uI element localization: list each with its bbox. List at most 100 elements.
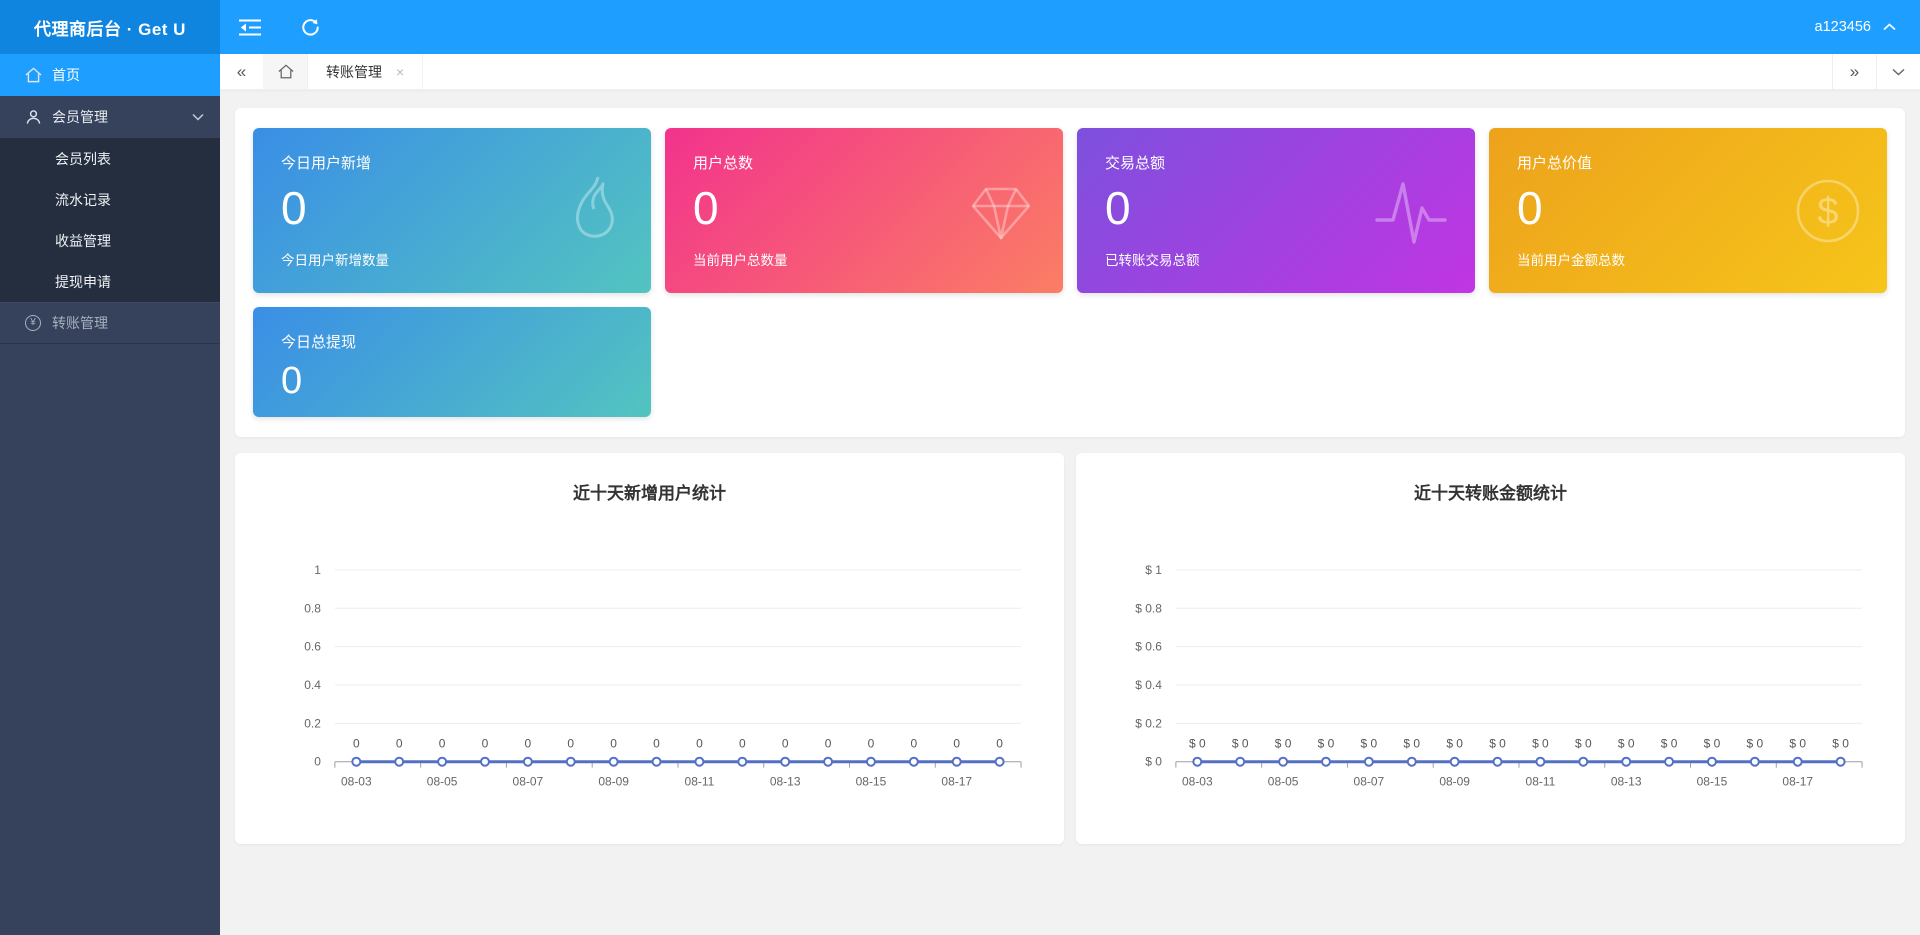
svg-text:$ 0: $ 0: [1618, 737, 1635, 751]
svg-text:08-17: 08-17: [1782, 775, 1813, 789]
chart-panel-new-users: 近十天新增用户统计 0 0.2 0.4 0.6 0.8 1 08-03 0 0 08-05 0 0 08…: [235, 453, 1064, 844]
pulse-icon: [1373, 172, 1449, 250]
svg-text:1: 1: [314, 563, 321, 577]
sidebar-item-label: 转账管理: [52, 315, 108, 331]
svg-text:0: 0: [782, 737, 789, 751]
svg-text:0: 0: [396, 737, 403, 751]
svg-text:08-11: 08-11: [1526, 775, 1556, 789]
svg-text:0: 0: [567, 737, 574, 751]
svg-text:$ 1: $ 1: [1145, 563, 1162, 577]
svg-text:0: 0: [314, 755, 321, 769]
card-subtitle: 已转账交易总额: [1105, 253, 1200, 268]
card-subtitle: 当前用户金额总数: [1517, 253, 1625, 268]
diamond-icon: [965, 175, 1037, 247]
svg-text:08-17: 08-17: [941, 775, 972, 789]
svg-text:$ 0: $ 0: [1318, 737, 1335, 751]
tab-scroll-right-button[interactable]: »: [1832, 54, 1876, 89]
svg-text:08-13: 08-13: [1611, 775, 1642, 789]
svg-text:$ 0: $ 0: [1361, 737, 1378, 751]
sidebar-item-home[interactable]: 首页: [0, 54, 220, 96]
user-menu[interactable]: a123456: [1791, 0, 1920, 54]
svg-text:08-05: 08-05: [427, 775, 458, 789]
stat-card-total-users: 用户总数 0 当前用户总数量: [665, 128, 1063, 293]
card-title: 今日总提现: [281, 334, 357, 351]
sidebar-item-transfer[interactable]: ¥ 转账管理: [0, 302, 220, 344]
sidebar-item-label: 收益管理: [55, 232, 111, 249]
svg-text:$ 0: $ 0: [1275, 737, 1292, 751]
line-chart-transfer-amount: $ 0 $ 0.2 $ 0.4 $ 0.6 $ 0.8 $ 1 08-03 $ 0 $ 0 08-…: [1135, 563, 1863, 789]
card-title: 用户总价值: [1517, 155, 1593, 172]
svg-text:0: 0: [353, 737, 360, 751]
svg-text:0.8: 0.8: [304, 601, 321, 615]
chart-panel-transfer-amount: 近十天转账金额统计 $ 0 $ 0.2 $ 0.4 $ 0.6 $ 0.8 $ 1 08-0…: [1076, 453, 1905, 844]
refresh-icon: [301, 18, 320, 37]
svg-text:08-09: 08-09: [598, 775, 629, 789]
svg-text:0: 0: [911, 737, 918, 751]
stat-card-withdraw-today: 今日总提现 0: [253, 307, 651, 417]
yuan-circle-icon: ¥: [24, 314, 42, 332]
svg-text:$ 0.8: $ 0.8: [1135, 601, 1162, 615]
home-icon: [277, 64, 294, 79]
stats-panel: 今日用户新增 0 今日用户新增数量 用户总数 0 当前用户总数量 交易总额 0 …: [235, 108, 1905, 437]
svg-text:0: 0: [739, 737, 746, 751]
tabbar-spacer: [423, 54, 1832, 89]
stat-card-user-total-value: 用户总价值 0 当前用户金额总数 $: [1489, 128, 1887, 293]
collapse-sidebar-button[interactable]: [220, 0, 280, 54]
svg-text:$ 0: $ 0: [1145, 755, 1162, 769]
sidebar-item-label: 首页: [52, 67, 80, 83]
svg-text:$ 0: $ 0: [1446, 737, 1463, 751]
card-title: 用户总数: [693, 155, 754, 172]
sidebar-item-label: 提现申请: [55, 273, 111, 290]
line-chart-new-users: 0 0.2 0.4 0.6 0.8 1 08-03 0 0 08-05 0 0 08-07 0 0 08-09…: [304, 563, 1022, 789]
chart-title: 近十天新增用户统计: [573, 484, 726, 503]
sidebar-submenu-members: 会员列表 流水记录 收益管理 提现申请: [0, 138, 220, 302]
svg-text:$ 0: $ 0: [1403, 737, 1420, 751]
sidebar-item-label: 会员列表: [55, 150, 111, 167]
tab-home[interactable]: [264, 54, 308, 89]
tab-transfer-manage[interactable]: 转账管理 ×: [308, 54, 424, 89]
sidebar-item-members[interactable]: 会员管理: [0, 96, 220, 138]
svg-text:0: 0: [696, 737, 703, 751]
sidebar-item-flow-records[interactable]: 流水记录: [0, 179, 220, 220]
chevron-up-icon: [1883, 23, 1896, 31]
svg-text:0: 0: [610, 737, 617, 751]
svg-text:0: 0: [868, 737, 875, 751]
svg-text:0.2: 0.2: [304, 716, 321, 730]
svg-text:$ 0.4: $ 0.4: [1135, 678, 1162, 692]
card-value: 0: [281, 360, 303, 402]
svg-text:0: 0: [996, 737, 1003, 751]
svg-text:$ 0: $ 0: [1575, 737, 1592, 751]
stats-grid: 今日用户新增 0 今日用户新增数量 用户总数 0 当前用户总数量 交易总额 0 …: [253, 128, 1887, 417]
sidebar-item-member-list[interactable]: 会员列表: [0, 138, 220, 179]
tab-scroll-left-button[interactable]: «: [220, 54, 264, 89]
home-icon: [24, 66, 42, 84]
svg-text:$ 0.6: $ 0.6: [1135, 640, 1162, 654]
tab-label: 转账管理: [326, 63, 382, 80]
svg-text:$ 0: $ 0: [1704, 737, 1721, 751]
svg-text:0: 0: [825, 737, 832, 751]
svg-text:$ 0: $ 0: [1189, 737, 1206, 751]
username: a123456: [1814, 19, 1871, 35]
chart-title: 近十天转账金额统计: [1414, 484, 1567, 503]
svg-text:0: 0: [953, 737, 960, 751]
charts-row: 近十天新增用户统计 0 0.2 0.4 0.6 0.8 1 08-03 0 0 08-05 0 0 08…: [235, 453, 1905, 844]
close-icon[interactable]: ×: [396, 65, 404, 79]
card-subtitle: 今日用户新增数量: [281, 253, 389, 268]
sidebar-item-withdraw-apply[interactable]: 提现申请: [0, 261, 220, 302]
svg-text:08-03: 08-03: [1182, 775, 1213, 789]
svg-text:08-05: 08-05: [1268, 775, 1299, 789]
refresh-button[interactable]: [280, 0, 340, 54]
svg-text:08-07: 08-07: [513, 775, 544, 789]
stat-card-new-users-today: 今日用户新增 0 今日用户新增数量: [253, 128, 651, 293]
svg-text:$ 0: $ 0: [1789, 737, 1806, 751]
tab-bar: « 转账管理 × »: [220, 54, 1920, 90]
svg-text:08-15: 08-15: [1697, 775, 1728, 789]
svg-text:0: 0: [439, 737, 446, 751]
svg-text:08-03: 08-03: [341, 775, 372, 789]
svg-text:$ 0: $ 0: [1489, 737, 1506, 751]
sidebar-item-label: 流水记录: [55, 191, 111, 208]
tab-dropdown-button[interactable]: [1876, 54, 1920, 89]
svg-text:0.4: 0.4: [304, 678, 321, 692]
svg-text:$ 0.2: $ 0.2: [1135, 716, 1162, 730]
sidebar-item-income-manage[interactable]: 收益管理: [0, 220, 220, 261]
